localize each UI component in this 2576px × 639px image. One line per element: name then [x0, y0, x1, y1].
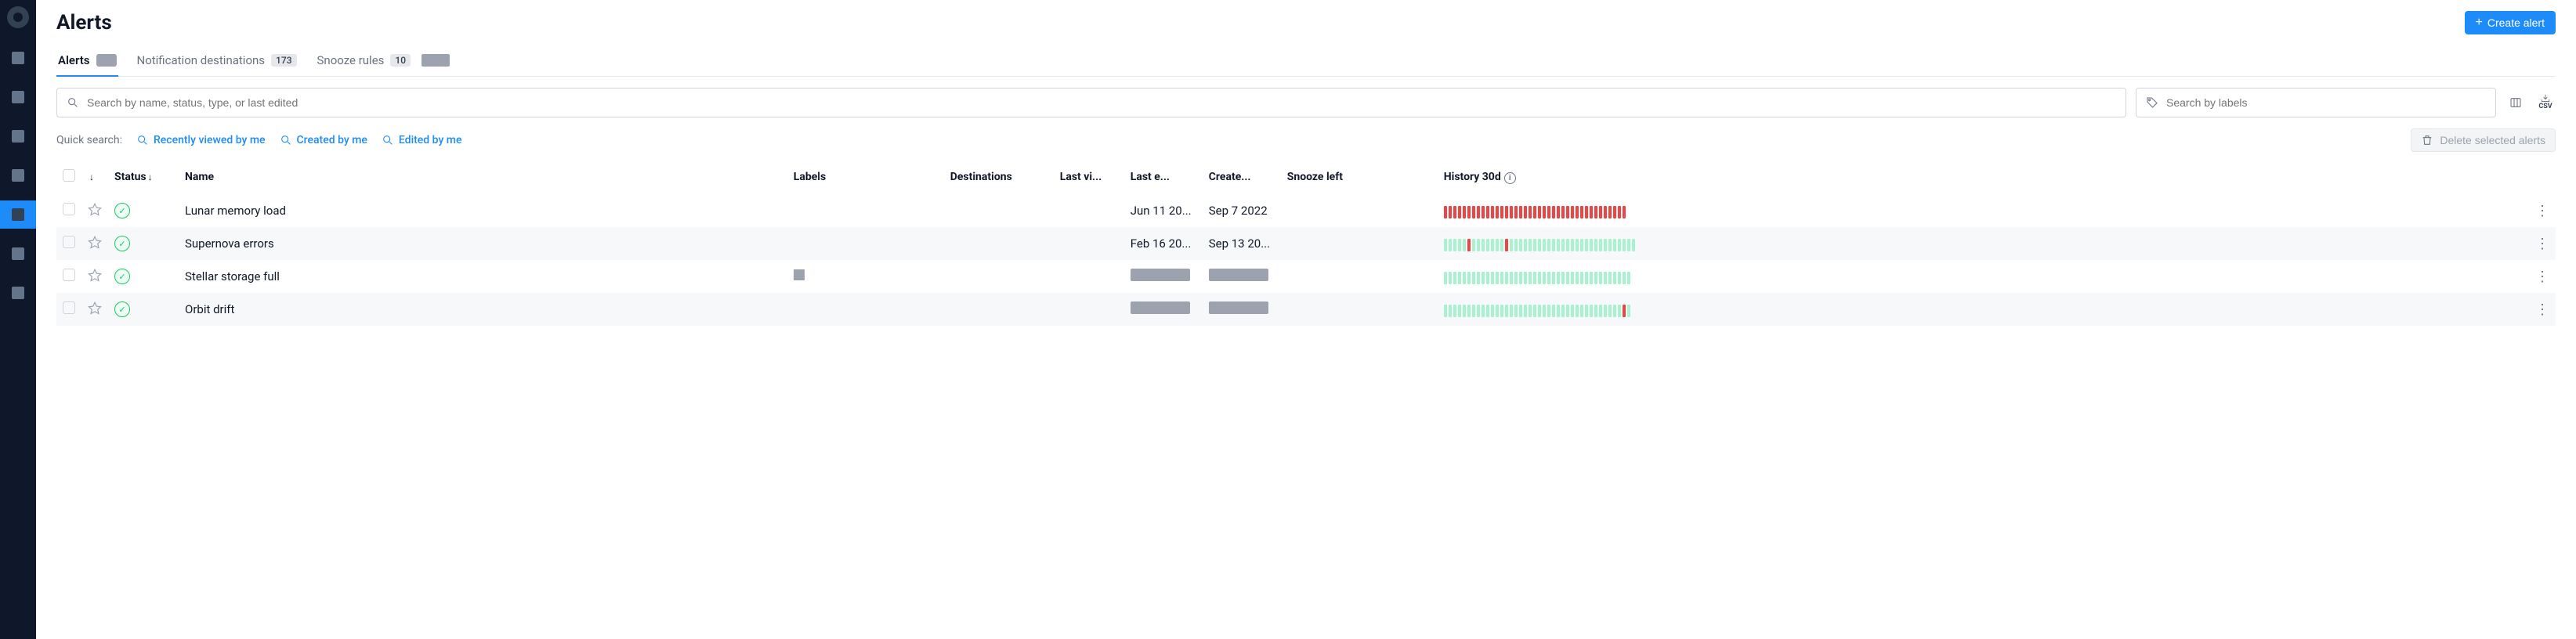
tab-alerts[interactable]: Alerts: [56, 45, 118, 77]
row-checkbox[interactable]: [63, 269, 75, 281]
quick-recent[interactable]: Recently viewed by me: [136, 134, 266, 146]
row-checkbox[interactable]: [63, 203, 75, 215]
select-all-checkbox[interactable]: [63, 169, 75, 182]
plus-icon: +: [2476, 16, 2483, 29]
vertical-nav: [0, 0, 36, 639]
status-ok-icon: ✓: [114, 301, 130, 317]
nav-item-6[interactable]: [0, 240, 36, 268]
table-row[interactable]: ✓ Lunar memory load Jun 11 20... Sep 7 2…: [56, 194, 2556, 227]
star-icon[interactable]: [88, 304, 102, 318]
row-menu-icon[interactable]: ⋮: [2535, 236, 2549, 252]
row-checkbox[interactable]: [63, 301, 75, 314]
nav-item-2[interactable]: [0, 83, 36, 111]
col-history[interactable]: History 30di: [1438, 160, 2529, 194]
col-snooze[interactable]: Snooze left: [1281, 160, 1438, 194]
search-icon: [280, 134, 292, 146]
brand-logo[interactable]: [7, 6, 29, 28]
created-redacted: [1209, 301, 1268, 314]
label-redacted: [794, 269, 805, 280]
last-edited-redacted: [1131, 269, 1190, 281]
search-input[interactable]: [87, 96, 2116, 109]
tab-alerts-count-redacted: [96, 54, 117, 67]
star-icon[interactable]: [88, 238, 102, 252]
row-menu-icon[interactable]: ⋮: [2535, 301, 2549, 318]
delete-selected-button[interactable]: Delete selected alerts: [2411, 128, 2556, 152]
tabs: Alerts Notification destinations 173 Sno…: [56, 45, 2556, 77]
quick-created[interactable]: Created by me: [280, 134, 367, 146]
table-row[interactable]: ✓ Orbit drift ⋮: [56, 293, 2556, 326]
sort-star-icon[interactable]: ↓: [89, 171, 94, 182]
csv-label: CSV: [2538, 103, 2552, 110]
nav-item-7[interactable]: [0, 279, 36, 307]
created-redacted: [1209, 269, 1268, 281]
col-labels[interactable]: Labels: [787, 160, 944, 194]
page-title: Alerts: [56, 11, 112, 34]
tag-icon: [2146, 96, 2158, 109]
create-alert-label: Create alert: [2487, 16, 2545, 29]
nav-item-5-active[interactable]: [0, 200, 36, 229]
main-content: Alerts + Create alert Alerts Notificatio…: [36, 0, 2576, 639]
alert-name[interactable]: Supernova errors: [179, 227, 787, 260]
search-icon: [67, 96, 79, 109]
search-box[interactable]: [56, 88, 2126, 117]
last-edited-redacted: [1131, 301, 1190, 314]
nav-item-4[interactable]: [0, 161, 36, 190]
trash-icon: [2421, 134, 2433, 146]
history-sparkline: [1444, 203, 2523, 218]
alert-name[interactable]: Orbit drift: [179, 293, 787, 326]
table-row[interactable]: ✓ Supernova errors Feb 16 20... Sep 13 2…: [56, 227, 2556, 260]
alerts-table: ↓ Status↓ Name Labels Destinations Last …: [56, 160, 2556, 326]
col-last-viewed[interactable]: Last vi...: [1054, 160, 1124, 194]
quick-search-label: Quick search:: [56, 134, 122, 146]
row-checkbox[interactable]: [63, 236, 75, 248]
columns-icon: [2509, 96, 2522, 109]
tab-snooze-count: 10: [390, 54, 411, 67]
history-sparkline: [1444, 269, 2523, 284]
row-menu-icon[interactable]: ⋮: [2535, 203, 2549, 219]
sort-arrow-icon: ↓: [148, 171, 153, 182]
col-status[interactable]: Status↓: [108, 160, 179, 194]
col-last-edited[interactable]: Last e...: [1124, 160, 1203, 194]
col-name[interactable]: Name: [179, 160, 787, 194]
history-sparkline: [1444, 236, 2523, 251]
quick-edited[interactable]: Edited by me: [382, 134, 462, 146]
columns-settings-button[interactable]: [2505, 92, 2526, 113]
tab-notif-count: 173: [271, 54, 296, 67]
alert-name[interactable]: Lunar memory load: [179, 194, 787, 227]
labels-search-input[interactable]: [2166, 96, 2486, 109]
nav-item-1[interactable]: [0, 44, 36, 72]
tab-snooze-rules[interactable]: Snooze rules 10: [316, 45, 452, 77]
col-destinations[interactable]: Destinations: [944, 160, 1054, 194]
row-menu-icon[interactable]: ⋮: [2535, 269, 2549, 285]
info-icon[interactable]: i: [1504, 172, 1516, 184]
create-alert-button[interactable]: + Create alert: [2465, 11, 2556, 34]
status-ok-icon: ✓: [114, 236, 130, 251]
star-icon[interactable]: [88, 205, 102, 219]
search-icon: [136, 134, 149, 146]
status-ok-icon: ✓: [114, 269, 130, 284]
table-row[interactable]: ✓ Stellar storage full ⋮: [56, 260, 2556, 293]
tab-notification-destinations[interactable]: Notification destinations 173: [136, 45, 298, 77]
history-sparkline: [1444, 301, 2523, 317]
search-icon: [382, 134, 394, 146]
labels-search-box[interactable]: [2136, 88, 2496, 117]
export-csv-button[interactable]: CSV: [2535, 92, 2556, 113]
nav-item-3[interactable]: [0, 122, 36, 150]
alert-name[interactable]: Stellar storage full: [179, 260, 787, 293]
tab-snooze-trailing-redacted: [421, 54, 450, 67]
status-ok-icon: ✓: [114, 203, 130, 218]
col-created[interactable]: Create...: [1203, 160, 1281, 194]
star-icon[interactable]: [88, 271, 102, 285]
